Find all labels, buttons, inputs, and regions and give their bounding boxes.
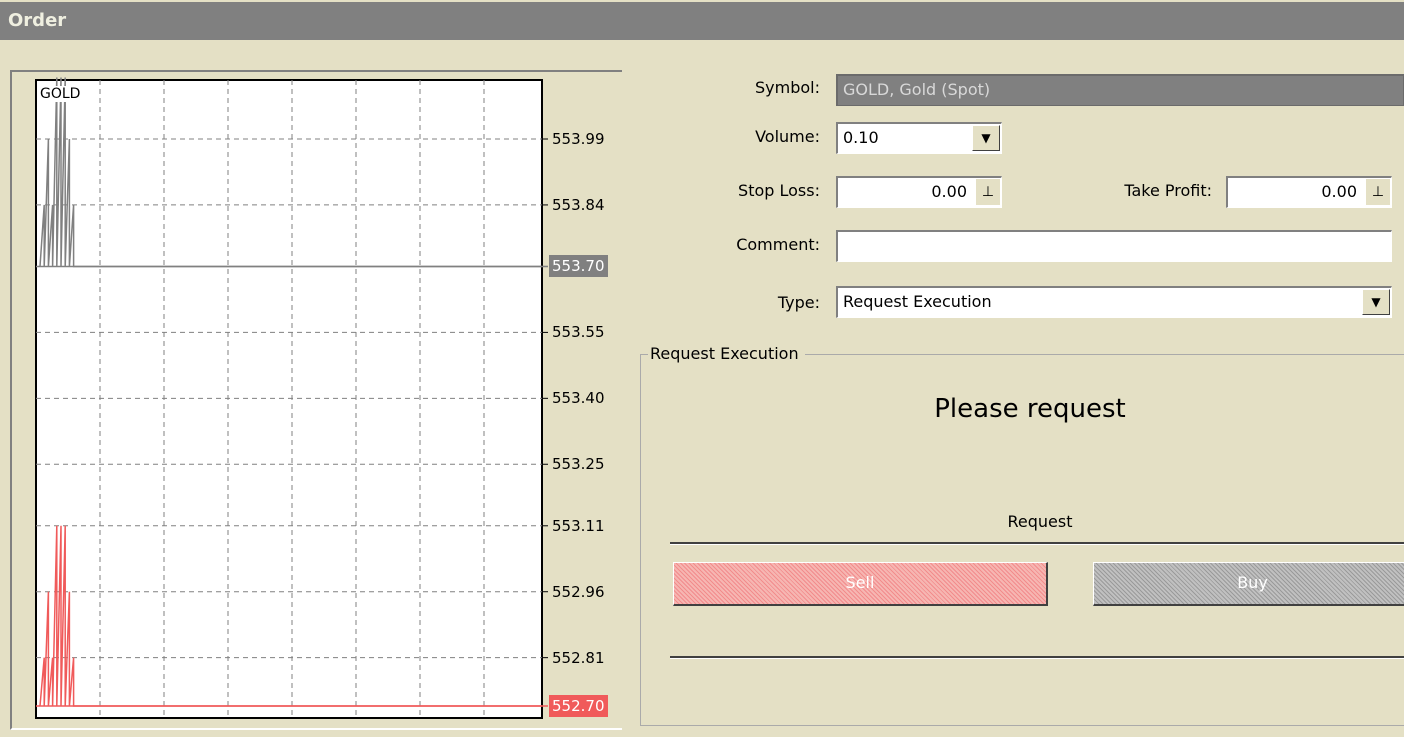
chevron-down-icon[interactable]: ▼ xyxy=(972,125,1000,151)
type-combobox[interactable]: Request Execution ▼ xyxy=(836,286,1392,318)
take-profit-label: Take Profit: xyxy=(1124,181,1212,200)
y-tick-label: 553.55 xyxy=(552,323,605,342)
comment-label: Comment: xyxy=(736,235,820,254)
symbol-value: GOLD, Gold (Spot) xyxy=(843,80,991,99)
y-tick-label: 553.11 xyxy=(552,516,605,535)
comment-input[interactable] xyxy=(836,230,1392,262)
volume-combobox[interactable]: 0.10 ▼ xyxy=(836,122,1002,154)
y-tick-label: 552.81 xyxy=(552,648,605,667)
volume-value: 0.10 xyxy=(843,128,879,147)
volume-label: Volume: xyxy=(755,127,820,146)
symbol-label: Symbol: xyxy=(755,78,820,97)
y-tick-label: 553.40 xyxy=(552,389,605,408)
y-tick-label: 553.84 xyxy=(552,195,605,214)
symbol-select[interactable]: GOLD, Gold (Spot) xyxy=(836,74,1404,106)
y-tick-label: 552.70 xyxy=(549,695,608,717)
type-value: Request Execution xyxy=(843,292,992,311)
take-profit-value: 0.00 xyxy=(1321,182,1357,201)
stop-loss-label: Stop Loss: xyxy=(738,181,820,200)
type-label: Type: xyxy=(777,293,820,312)
y-tick-label: 553.70 xyxy=(549,255,608,278)
y-tick-label: 553.99 xyxy=(552,130,605,148)
stop-loss-input[interactable]: 0.00 ⊥ xyxy=(836,176,1002,208)
chart-symbol-label: GOLD xyxy=(40,86,81,102)
chevron-down-icon[interactable]: ▼ xyxy=(1362,289,1390,315)
stop-loss-value: 0.00 xyxy=(931,182,967,201)
separator-bottom xyxy=(670,656,1404,659)
sell-button[interactable]: Sell xyxy=(673,562,1048,606)
chart-plot-area xyxy=(35,79,543,719)
buy-button[interactable]: Buy xyxy=(1093,562,1404,606)
execution-group-title: Request Execution xyxy=(648,344,805,363)
y-tick-label: 553.25 xyxy=(552,455,605,474)
spinner-icon[interactable]: ⊥ xyxy=(976,179,1000,205)
price-chart xyxy=(35,77,548,719)
separator-top xyxy=(670,542,1404,545)
status-message: Please request xyxy=(934,394,1126,424)
y-tick-label: 552.96 xyxy=(552,582,605,601)
request-label: Request xyxy=(1007,512,1073,531)
take-profit-input[interactable]: 0.00 ⊥ xyxy=(1226,176,1392,208)
spinner-icon[interactable]: ⊥ xyxy=(1366,179,1390,205)
